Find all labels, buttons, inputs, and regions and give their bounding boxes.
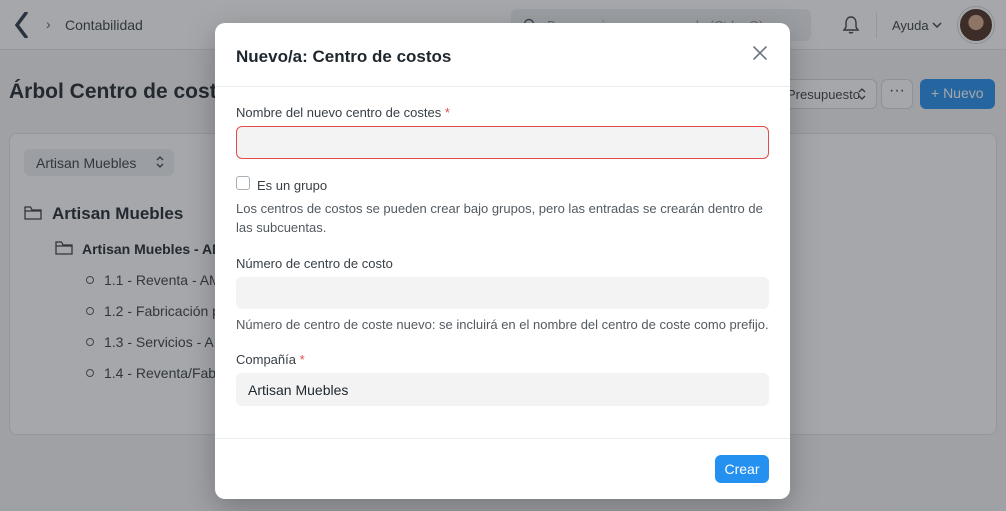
company-field-label: Compañía *: [236, 352, 305, 367]
cost-center-number-input[interactable]: [236, 277, 769, 309]
new-cost-center-dialog: Nuevo/a: Centro de costos Nombre del nue…: [215, 23, 790, 499]
dialog-title: Nuevo/a: Centro de costos: [236, 47, 452, 66]
dialog-footer-divider: [215, 438, 790, 439]
cost-center-name-input[interactable]: [236, 126, 769, 159]
required-marker: *: [299, 352, 305, 367]
dialog-header-divider: [215, 86, 790, 87]
create-button[interactable]: Crear: [715, 455, 769, 483]
name-field-label: Nombre del nuevo centro de costes *: [236, 105, 450, 120]
is-group-checkbox[interactable]: [236, 176, 250, 190]
is-group-help-text: Los centros de costos se pueden crear ba…: [236, 201, 763, 235]
number-help-text: Número de centro de coste nuevo: se incl…: [236, 317, 769, 332]
company-field-label-text: Compañía: [236, 352, 296, 367]
required-marker: *: [444, 105, 450, 120]
number-field-label: Número de centro de costo: [236, 256, 393, 271]
name-field-label-text: Nombre del nuevo centro de costes: [236, 105, 442, 120]
close-icon[interactable]: [750, 43, 770, 63]
company-input[interactable]: [236, 373, 769, 406]
is-group-label[interactable]: Es un grupo: [257, 178, 327, 193]
